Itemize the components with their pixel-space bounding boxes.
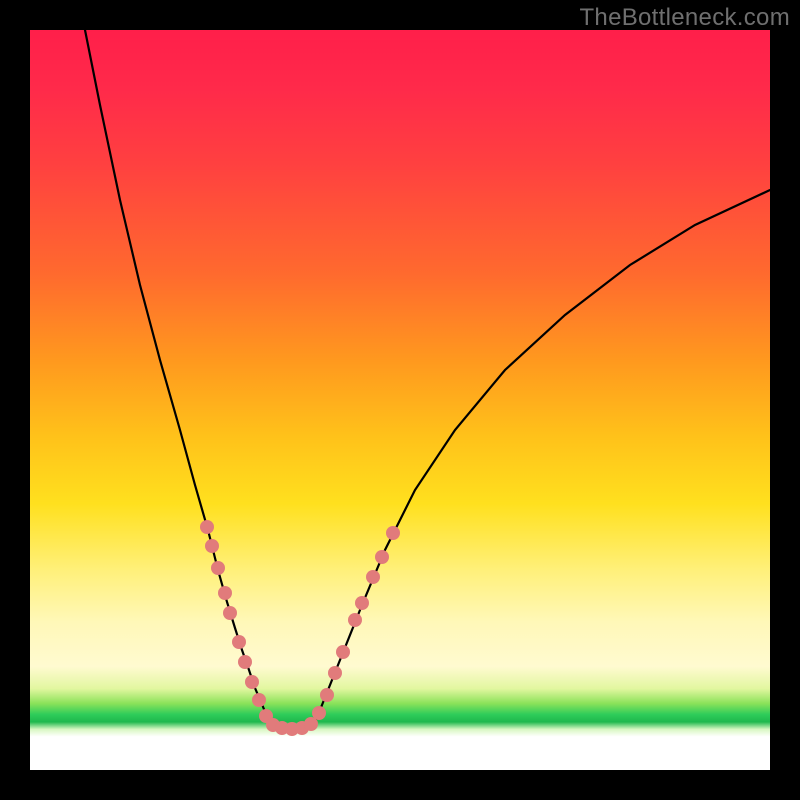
bottleneck-curve <box>85 30 770 728</box>
marker-dot <box>232 635 246 649</box>
marker-dot <box>238 655 252 669</box>
watermark-text: TheBottleneck.com <box>579 4 790 32</box>
marker-dot <box>320 688 334 702</box>
marker-dot <box>366 570 380 584</box>
curve-left-branch <box>85 30 271 724</box>
plot-area <box>30 30 770 770</box>
marker-dot <box>218 586 232 600</box>
curve-right-branch <box>314 190 770 724</box>
chart-stage: TheBottleneck.com <box>0 0 800 800</box>
curve-layer <box>30 30 770 770</box>
marker-dot <box>200 520 214 534</box>
marker-dot <box>252 693 266 707</box>
marker-dot <box>205 539 219 553</box>
marker-dot <box>328 666 342 680</box>
marker-dots <box>200 520 400 736</box>
marker-dot <box>375 550 389 564</box>
marker-dot <box>211 561 225 575</box>
marker-dot <box>386 526 400 540</box>
marker-dot <box>312 706 326 720</box>
marker-dot <box>348 613 362 627</box>
marker-dot <box>245 675 259 689</box>
marker-dot <box>355 596 369 610</box>
marker-dot <box>336 645 350 659</box>
marker-dot <box>223 606 237 620</box>
